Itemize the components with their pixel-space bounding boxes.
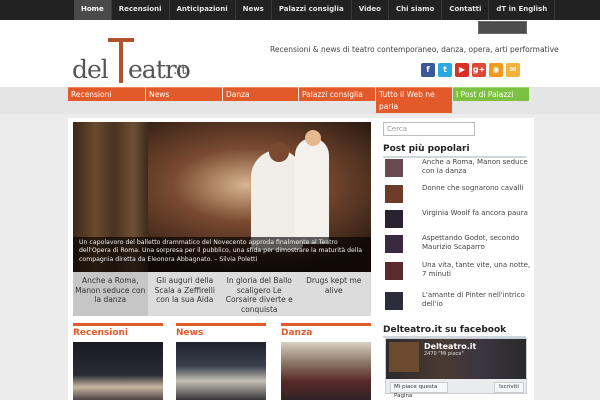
section-image[interactable]	[73, 342, 163, 400]
cat-nav-tutto-il-web[interactable]: Tutto il Web ne parla	[376, 87, 452, 113]
section-title[interactable]: Danza	[281, 326, 371, 340]
popular-post-title[interactable]: Una vita, tante vite, una notte, 7 minut…	[422, 261, 532, 279]
section-columns: Recensioni News Danza	[73, 323, 371, 400]
youtube-icon[interactable]: ▶	[455, 63, 469, 77]
top-nav-recensioni[interactable]: Recensioni	[112, 0, 170, 20]
top-nav-anticipazioni[interactable]: Anticipazioni	[170, 0, 236, 20]
cat-nav-news[interactable]: News	[146, 87, 222, 101]
popular-post-title[interactable]: Virginia Woolf fa ancora paura	[422, 209, 532, 218]
top-nav-chi-siamo[interactable]: Chi siamo	[389, 0, 443, 20]
top-nav: Home Recensioni Anticipazioni News Palaz…	[74, 0, 556, 20]
slider-thumbs: Anche a Roma, Manon seduce con la danza …	[73, 272, 371, 316]
social-icons: f t ▶ g+ ◉ ✉	[421, 63, 520, 77]
top-nav-video[interactable]: Video	[352, 0, 389, 20]
popular-post-title[interactable]: Aspettando Godot, secondo Maurizio Scapa…	[422, 234, 532, 252]
section-title[interactable]: News	[176, 326, 266, 340]
facebook-like-button[interactable]: Mi piace questa Pagina	[390, 382, 448, 399]
popular-post[interactable]: Una vita, tante vite, una notte, 7 minut…	[383, 259, 530, 282]
section-image[interactable]	[281, 342, 371, 400]
googleplus-icon[interactable]: g+	[472, 63, 486, 77]
facebook-icon[interactable]: f	[421, 63, 435, 77]
popular-post[interactable]: Aspettando Godot, secondo Maurizio Scapa…	[383, 232, 528, 255]
popular-post-title[interactable]: Donne che sognarono cavalli	[422, 184, 532, 193]
popular-post[interactable]: Donne che sognarono cavalli	[383, 182, 528, 205]
logo-t-stem	[119, 38, 123, 83]
facebook-page-avatar	[389, 342, 419, 372]
rss-icon[interactable]: ◉	[489, 63, 503, 77]
cat-nav-danza[interactable]: Danza	[223, 87, 298, 101]
section-image[interactable]	[176, 342, 266, 400]
popular-post-title[interactable]: Anche a Roma, Manon seduce con la danza	[422, 158, 532, 176]
facebook-page-name[interactable]: Delteatro.it	[424, 342, 476, 351]
cat-nav-palazzi-consiglia[interactable]: Palazzi consiglia	[299, 87, 375, 101]
popular-post-thumb	[385, 262, 403, 280]
popular-post-title[interactable]: L'amante di Pinter nell'intrico dell'io	[422, 291, 532, 309]
popular-post-thumb	[385, 235, 403, 253]
top-search-input[interactable]	[478, 21, 527, 34]
logo-it-text: .it	[173, 63, 187, 78]
top-nav-english[interactable]: dT in English	[489, 0, 556, 20]
facebook-follow-button[interactable]: Iscriviti	[494, 382, 524, 393]
slide-dancer-female	[295, 138, 329, 244]
popular-posts-title: Post più popolari	[383, 144, 470, 154]
top-nav-contatti[interactable]: Contatti	[442, 0, 490, 20]
cat-nav-post-palazzi[interactable]: I Post di Palazzi	[453, 87, 529, 101]
section-danza: Danza	[281, 323, 371, 400]
section-recensioni: Recensioni	[73, 323, 163, 400]
popular-post-thumb	[385, 292, 403, 310]
slide-dancer-head	[269, 142, 289, 162]
popular-post-thumb	[385, 159, 403, 177]
slide-caption: Un capolavoro del balletto drammatico de…	[73, 237, 371, 272]
slider-thumb[interactable]: In gloria del Ballo scaligero Le Corsair…	[222, 272, 297, 316]
logo-del-text: del	[72, 55, 109, 84]
sidebar-search-input[interactable]: Cerca	[383, 122, 475, 136]
cat-nav-recensioni[interactable]: Recensioni	[68, 87, 145, 101]
top-nav-news[interactable]: News	[236, 0, 272, 20]
newsletter-icon[interactable]: ✉	[506, 63, 520, 77]
site-tagline: Recensioni & news di teatro contemporane…	[270, 45, 559, 54]
slider-thumb[interactable]: Drugs kept me alive	[297, 272, 372, 316]
slider-thumb[interactable]: Gli auguri della Scala a Zeffirelli con …	[148, 272, 223, 316]
slider-thumb[interactable]: Anche a Roma, Manon seduce con la danza	[73, 272, 148, 316]
section-title[interactable]: Recensioni	[73, 326, 163, 340]
popular-post-thumb	[385, 210, 403, 228]
slide-dancer-head	[305, 130, 321, 146]
twitter-icon[interactable]: t	[438, 63, 452, 77]
section-news: News	[176, 323, 266, 400]
facebook-box-title: Delteatro.it su facebook	[383, 325, 507, 335]
popular-post[interactable]: Virginia Woolf fa ancora paura	[383, 207, 528, 230]
top-nav-home[interactable]: Home	[74, 0, 112, 20]
category-nav: Recensioni News Danza Palazzi consiglia …	[68, 87, 529, 113]
popular-post-thumb	[385, 185, 403, 203]
top-nav-palazzi-consiglia[interactable]: Palazzi consiglia	[272, 0, 352, 20]
popular-post[interactable]: Anche a Roma, Manon seduce con la danza	[383, 156, 528, 179]
popular-post[interactable]: L'amante di Pinter nell'intrico dell'io	[383, 289, 528, 312]
facebook-like-count: 2470 "Mi piace"	[424, 351, 464, 357]
facebook-widget[interactable]: Delteatro.it 2470 "Mi piace" Mi piace qu…	[385, 338, 527, 399]
